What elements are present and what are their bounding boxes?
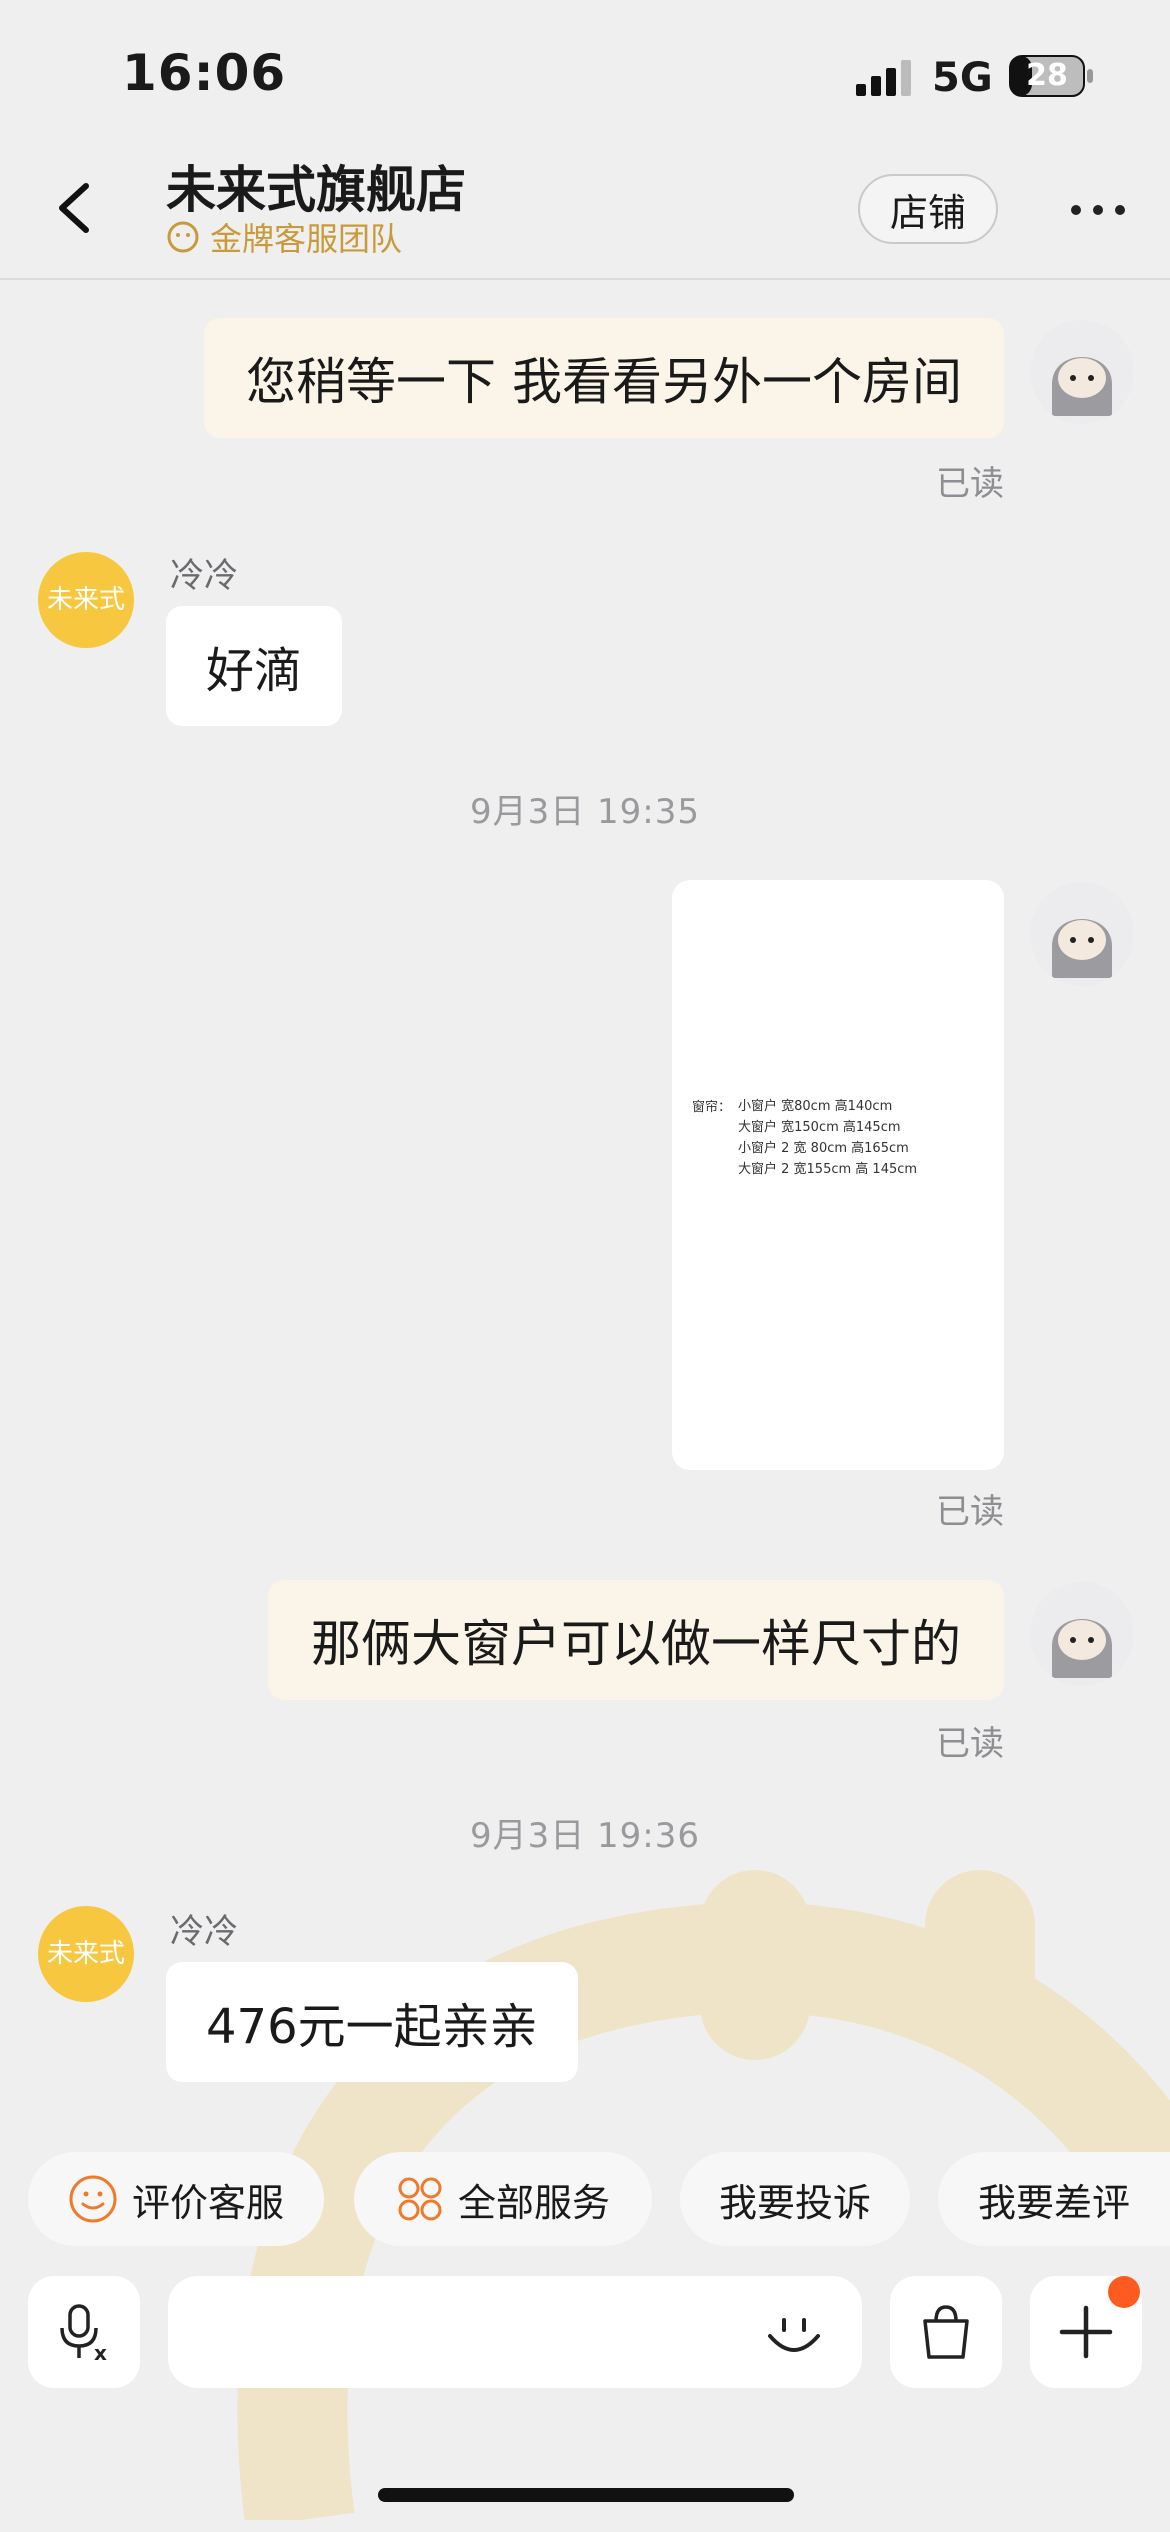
image-line: 大窗户 2 宽155cm 高 145cm	[738, 1162, 918, 1177]
back-arrow-icon[interactable]	[52, 178, 96, 238]
quick-action-complaint[interactable]: 我要投诉	[680, 2152, 910, 2246]
battery-level: 28	[1026, 58, 1068, 93]
message-input[interactable]	[168, 2276, 862, 2388]
service-team-label: 金牌客服团队	[166, 214, 402, 260]
quick-action-label: 我要投诉	[718, 2180, 871, 2225]
bag-icon	[923, 2305, 969, 2359]
shop-button[interactable]: 店铺	[858, 174, 998, 244]
quick-action-negative-review[interactable]: 我要差评	[938, 2152, 1170, 2246]
shop-avatar-text: 未来式	[46, 1939, 125, 1969]
read-receipt: 已读	[936, 1724, 1004, 1764]
message-bubble-self[interactable]: 您稍等一下 我看看另外一个房间	[204, 318, 1004, 438]
sender-name: 冷冷	[170, 1912, 238, 1952]
svg-text:x: x	[94, 2341, 107, 2364]
shop-avatar[interactable]: 未来式	[38, 552, 134, 648]
more-icon[interactable]	[1068, 190, 1128, 230]
shop-title: 未来式旗舰店	[166, 161, 466, 219]
message-bubble-shop[interactable]: 476元一起亲亲	[166, 1962, 578, 2082]
network-label: 5G	[932, 55, 993, 101]
subtitle-text: 金牌客服团队	[210, 220, 403, 258]
grid-services-icon	[398, 2177, 442, 2221]
quick-action-label: 评价客服	[131, 2180, 284, 2225]
image-caption-label: 窗帘：	[692, 1100, 732, 1115]
image-line: 小窗户 宽80cm 高140cm	[738, 1099, 893, 1114]
user-avatar[interactable]	[1030, 1582, 1134, 1686]
image-line: 大窗户 宽150cm 高145cm	[738, 1120, 901, 1135]
user-avatar[interactable]	[1030, 320, 1134, 424]
shop-avatar-text: 未来式	[46, 585, 125, 615]
timestamp: 9月3日 19:35	[469, 792, 701, 832]
quick-action-rate-service[interactable]: 评价客服	[28, 2152, 324, 2246]
read-receipt: 已读	[936, 464, 1004, 504]
status-time: 16:06	[122, 44, 287, 102]
voice-input-button[interactable]: x	[28, 2276, 140, 2388]
mic-translate-icon: x	[60, 2304, 107, 2364]
image-message[interactable]: 窗帘： 小窗户 宽80cm 高140cm 大窗户 宽150cm 高145cm 小…	[672, 880, 1004, 1470]
message-bubble-shop[interactable]: 好滴	[166, 606, 343, 726]
shopping-bag-button[interactable]	[890, 2276, 1002, 2388]
sender-name: 冷冷	[170, 556, 238, 596]
battery-icon: 28	[1008, 54, 1096, 98]
plus-icon	[1059, 2305, 1113, 2359]
user-avatar[interactable]	[1030, 882, 1134, 986]
quick-action-all-services[interactable]: 全部服务	[354, 2152, 652, 2246]
signal-icon	[856, 60, 911, 96]
home-indicator	[378, 2488, 794, 2502]
message-bubble-self[interactable]: 那俩大窗户可以做一样尺寸的	[268, 1580, 1004, 1700]
notification-dot	[1108, 2276, 1140, 2308]
image-caption-lines: 小窗户 宽80cm 高140cm 大窗户 宽150cm 高145cm 小窗户 2…	[738, 1096, 917, 1180]
quick-action-label: 我要差评	[977, 2180, 1130, 2225]
timestamp: 9月3日 19:36	[469, 1816, 701, 1856]
service-badge-icon	[167, 221, 199, 253]
smile-icon	[69, 2175, 117, 2223]
image-line: 小窗户 2 宽 80cm 高165cm	[738, 1141, 909, 1156]
shop-avatar[interactable]: 未来式	[38, 1906, 134, 2002]
read-receipt: 已读	[936, 1492, 1004, 1532]
emoji-icon[interactable]	[762, 2302, 826, 2366]
quick-action-label: 全部服务	[457, 2180, 610, 2225]
